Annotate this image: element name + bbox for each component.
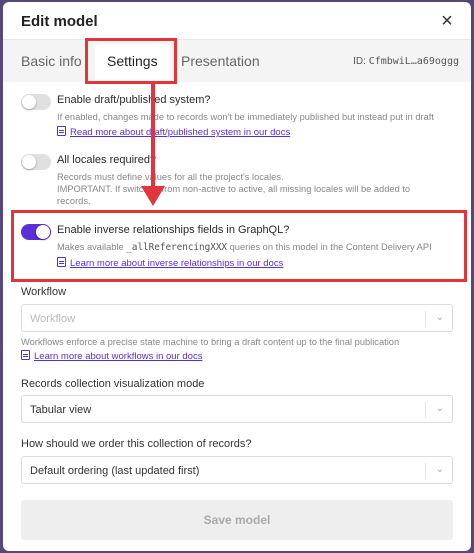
chevron-down-icon: ⌄ — [435, 312, 444, 323]
locales-option-desc-1: Records must define values for all the p… — [57, 172, 284, 182]
book-icon — [57, 126, 66, 136]
annotation-arrow-head-icon — [141, 186, 165, 206]
book-icon — [21, 350, 30, 360]
draft-option-desc: If enabled, changes made to records won'… — [57, 112, 434, 122]
ordering-select[interactable]: Default ordering (last updated first) ⌄ — [21, 456, 453, 484]
workflow-select-placeholder: Workflow — [30, 313, 76, 325]
dialog-title: Edit model — [21, 13, 98, 30]
select-separator — [425, 402, 426, 418]
tab-basic-info[interactable]: Basic info — [21, 53, 82, 69]
close-icon[interactable]: × — [437, 11, 457, 31]
workflow-docs-link[interactable]: Learn more about workflows in our docs — [21, 350, 202, 362]
collection-mode-select[interactable]: Tabular view ⌄ — [21, 395, 453, 423]
collection-mode-value: Tabular view — [30, 404, 92, 416]
collection-mode-label: Records collection visualization mode — [21, 378, 205, 390]
model-id-prefix: ID: — [353, 56, 366, 67]
model-id-value: CfmbwiL…a69oggg — [368, 56, 459, 67]
workflow-docs-link-text: Learn more about workflows in our docs — [34, 351, 203, 362]
locales-toggle[interactable] — [21, 154, 51, 170]
settings-tab-highlight — [85, 38, 177, 84]
tab-presentation[interactable]: Presentation — [181, 53, 260, 69]
model-id: ID: CfmbwiL…a69oggg — [353, 56, 459, 67]
chevron-down-icon: ⌄ — [435, 403, 444, 414]
save-model-button[interactable]: Save model — [21, 500, 453, 540]
locales-option-desc-2: IMPORTANT. If switched from non-active t… — [57, 184, 411, 194]
workflow-label: Workflow — [21, 286, 67, 298]
select-separator — [425, 463, 426, 479]
ordering-label: How should we order this collection of r… — [21, 438, 252, 450]
locales-option-desc-3: records. — [57, 196, 91, 206]
ordering-value: Default ordering (last updated first) — [30, 465, 200, 477]
chevron-down-icon: ⌄ — [435, 464, 444, 475]
annotation-arrow-shaft — [151, 84, 155, 190]
locales-option-title: All locales required? — [57, 154, 157, 166]
workflow-desc: Workflows enforce a precise state machin… — [21, 337, 400, 347]
toggle-knob — [22, 95, 36, 109]
inverse-option-highlight — [11, 210, 467, 282]
workflow-select[interactable]: Workflow ⌄ — [21, 304, 453, 332]
draft-docs-link-text: Read more about draft/published system i… — [70, 127, 291, 138]
draft-toggle[interactable] — [21, 94, 51, 110]
draft-option-title: Enable draft/published system? — [57, 94, 211, 106]
draft-docs-link[interactable]: Read more about draft/published system i… — [57, 126, 290, 138]
dialog-header: Edit model × — [3, 2, 471, 40]
edit-model-dialog: Edit model × Basic info Settings Present… — [3, 2, 471, 551]
select-separator — [425, 311, 426, 327]
toggle-knob — [22, 155, 36, 169]
tab-bar: Basic info Settings Presentation ID: Cfm… — [3, 40, 471, 82]
